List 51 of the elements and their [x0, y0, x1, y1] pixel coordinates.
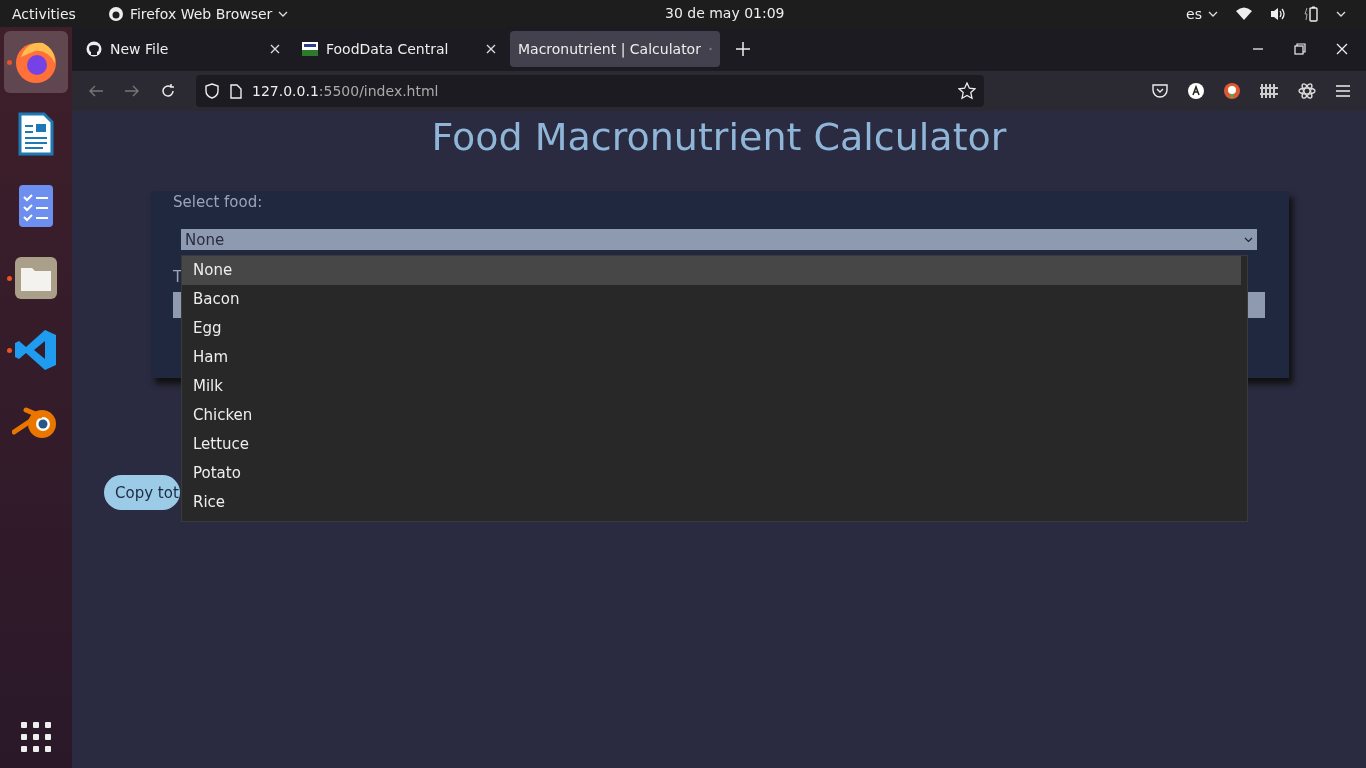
wifi-icon[interactable] [1236, 6, 1252, 21]
field-label: Select food: [173, 193, 263, 211]
food-select[interactable]: None [181, 229, 1257, 250]
usda-icon [302, 42, 318, 56]
caret-icon[interactable] [1336, 10, 1346, 17]
folder-icon [14, 256, 58, 300]
battery-icon[interactable] [1304, 5, 1318, 22]
copy-button[interactable]: Copy tot [104, 475, 180, 510]
restore-icon[interactable] [1294, 43, 1306, 55]
shield-icon [204, 83, 220, 99]
code-editor-icon [14, 328, 58, 372]
star-icon[interactable] [958, 82, 976, 100]
dropdown-option[interactable]: Rice [182, 488, 1241, 517]
browser-tab[interactable]: New File [78, 31, 288, 67]
page-title: Food Macronutrient Calculator [430, 115, 1008, 161]
menu-icon[interactable] [1336, 85, 1350, 97]
document-icon [18, 112, 54, 156]
forward-icon[interactable] [124, 84, 140, 98]
duck-icon[interactable] [1224, 83, 1240, 99]
field-label: T [173, 268, 183, 286]
app-grid-icon[interactable] [21, 722, 51, 752]
caret-icon [1244, 236, 1253, 243]
firefox-icon [107, 5, 124, 22]
dropdown-option[interactable]: Chicken [182, 401, 1241, 430]
activities-button[interactable]: Activities [12, 5, 76, 22]
pocket-icon[interactable] [1152, 84, 1168, 98]
dropdown-option[interactable]: Lettuce [182, 430, 1241, 459]
dropdown-option[interactable]: Bacon [182, 285, 1241, 314]
reload-icon[interactable] [160, 83, 176, 99]
dropdown-option[interactable]: None [182, 256, 1241, 285]
caret-icon [1208, 10, 1218, 17]
browser-tab[interactable]: Macronutrient | Calculator [510, 31, 720, 67]
dropdown-option[interactable]: Egg [182, 314, 1241, 343]
dropdown-option[interactable]: Ham [182, 343, 1241, 372]
clock[interactable]: 30 de may 01:09 [665, 5, 785, 21]
checklist-icon [18, 184, 54, 228]
address-bar[interactable]: 127.0.0.1:5500/index.html [196, 75, 984, 107]
browser-tab[interactable]: FoodData Central [294, 31, 504, 67]
app-menu[interactable]: Firefox Web Browser [107, 5, 289, 22]
volume-icon[interactable] [1270, 6, 1286, 21]
dropdown-option[interactable]: Milk [182, 372, 1241, 401]
page-icon [230, 83, 242, 99]
extension-icon[interactable] [1188, 83, 1204, 99]
new-tab-icon[interactable] [736, 42, 750, 56]
caret-icon [278, 10, 289, 17]
atom-icon[interactable] [1298, 82, 1316, 100]
github-icon [86, 41, 102, 57]
dropdown-option[interactable]: Potato [182, 459, 1241, 488]
language-menu[interactable]: es [1186, 5, 1218, 22]
back-icon[interactable] [88, 84, 104, 98]
fence-icon[interactable] [1260, 83, 1278, 99]
